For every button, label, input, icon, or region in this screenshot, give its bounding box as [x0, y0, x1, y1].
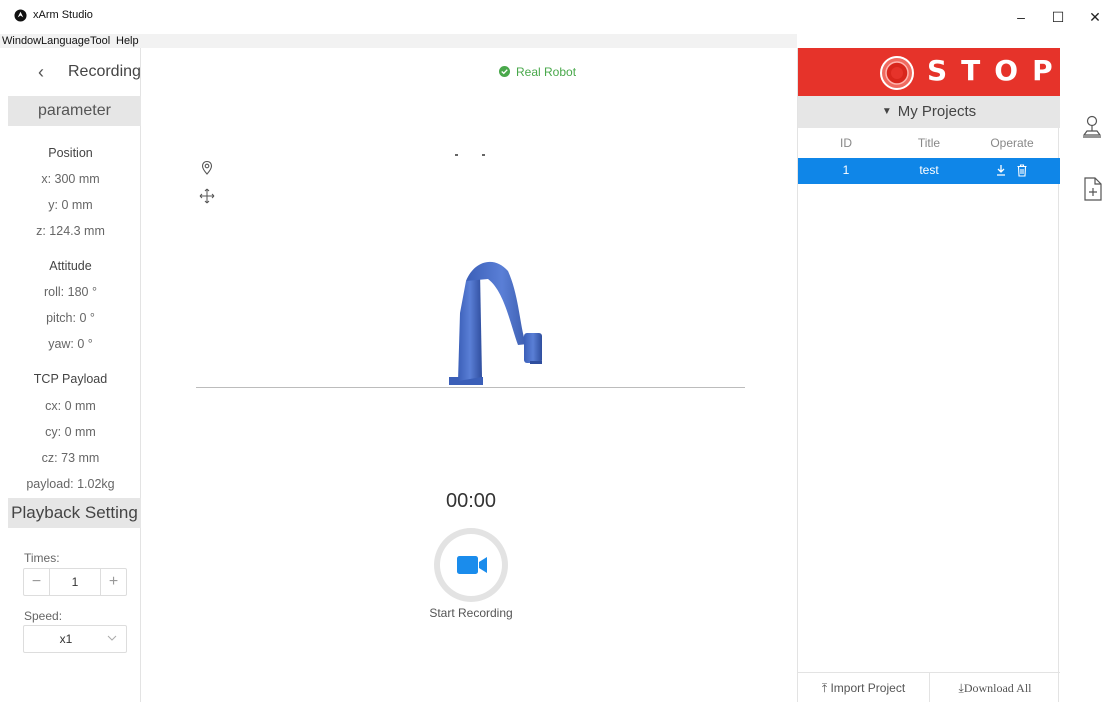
times-label: Times:: [24, 551, 60, 565]
column-id: ID: [840, 136, 852, 150]
my-projects-header[interactable]: ▼ My Projects: [798, 96, 1060, 128]
menu-window[interactable]: Window: [2, 34, 41, 48]
download-icon[interactable]: [995, 164, 1007, 177]
position-y-value: y: 0 mm: [48, 198, 93, 212]
connection-status: Real Robot: [499, 65, 577, 79]
emergency-stop-button[interactable]: STOP: [798, 48, 1060, 96]
caret-down-icon: ▼: [881, 106, 892, 117]
location-pin-icon[interactable]: [199, 160, 215, 176]
menu-help[interactable]: Help: [116, 34, 139, 48]
speed-select[interactable]: x1: [23, 625, 127, 653]
speed-value: x1: [59, 632, 73, 646]
projects-panel: STOP ▼ My Projects ID Title Operate 1 tes…: [797, 48, 1060, 702]
xarm-logo-icon: [14, 9, 27, 22]
my-projects-label: My Projects: [897, 103, 977, 120]
delete-icon[interactable]: [1016, 164, 1028, 177]
project-id: 1: [842, 163, 850, 177]
video-camera-icon: [457, 556, 487, 574]
robot-viewport: Real Robot 00:00 Start Recording: [141, 48, 798, 702]
robot-arm-model[interactable]: [446, 253, 556, 388]
parameter-panel: ‹ Recording parameter Position x: 300 mm…: [0, 48, 141, 702]
position-z-value: z: 124.3 mm: [36, 224, 105, 238]
maximize-button[interactable]: ☐: [1047, 6, 1069, 28]
page-title: Recording: [68, 63, 141, 80]
start-recording-button[interactable]: [434, 528, 508, 602]
title-bar: xArm Studio – ☐ ✕: [0, 0, 1107, 34]
tcp-payload-label: TCP Payload: [33, 372, 108, 386]
viewport-mark: [455, 154, 458, 156]
times-decrement-button[interactable]: −: [24, 569, 50, 595]
download-all-button[interactable]: ⤓Download All: [930, 673, 1060, 702]
payload-cz-value: cz: 73 mm: [41, 451, 100, 465]
attitude-roll-value: roll: 180 °: [44, 285, 97, 299]
menu-language[interactable]: Language: [41, 34, 90, 48]
move-arrows-icon[interactable]: [199, 188, 215, 204]
payload-cx-value: cx: 0 mm: [45, 399, 96, 413]
speed-label: Speed:: [24, 609, 63, 623]
times-input[interactable]: 1: [50, 569, 100, 595]
position-label: Position: [48, 146, 93, 160]
joystick-icon[interactable]: [1081, 115, 1103, 139]
back-navigation[interactable]: ‹ Recording: [0, 60, 141, 86]
position-x-value: x: 300 mm: [41, 172, 100, 186]
parameter-header: parameter: [8, 96, 141, 126]
stop-icon: [880, 56, 914, 90]
times-stepper: − 1 +: [23, 568, 127, 596]
payload-weight-value: payload: 1.02kg: [26, 477, 115, 491]
start-recording-label: Start Recording: [429, 606, 513, 620]
viewport-mark: [482, 154, 485, 156]
attitude-yaw-value: yaw: 0 °: [48, 337, 93, 351]
add-file-icon[interactable]: [1082, 177, 1104, 201]
projects-table-header: ID Title Operate: [798, 134, 1060, 154]
recording-timer: 00:00: [445, 490, 497, 512]
column-title: Title: [917, 136, 941, 150]
menu-tool[interactable]: Tool: [90, 34, 110, 48]
attitude-pitch-value: pitch: 0 °: [46, 311, 95, 325]
ground-plane-line: [196, 387, 745, 388]
check-circle-icon: [499, 66, 510, 77]
playback-setting-header: Playback Setting: [8, 498, 141, 528]
projects-footer: ⤒ Import Project ⤓Download All: [798, 672, 1060, 702]
connection-status-label: Real Robot: [516, 65, 577, 79]
stop-label: STOP: [927, 54, 1067, 87]
project-title: test: [919, 163, 939, 177]
minimize-button[interactable]: –: [1010, 6, 1032, 28]
record-button-inner: [440, 534, 502, 596]
back-chevron-icon[interactable]: ‹: [38, 62, 44, 82]
chevron-down-icon: [107, 635, 117, 641]
import-project-button[interactable]: ⤒ Import Project: [798, 673, 930, 702]
attitude-label: Attitude: [49, 259, 92, 273]
table-row[interactable]: 1 test: [798, 158, 1060, 184]
menu-bar: Window Language Tool Help: [0, 34, 797, 48]
times-increment-button[interactable]: +: [100, 569, 126, 595]
payload-cy-value: cy: 0 mm: [45, 425, 96, 439]
app-title: xArm Studio: [33, 9, 93, 21]
column-operate: Operate: [990, 136, 1034, 150]
close-button[interactable]: ✕: [1084, 6, 1106, 28]
